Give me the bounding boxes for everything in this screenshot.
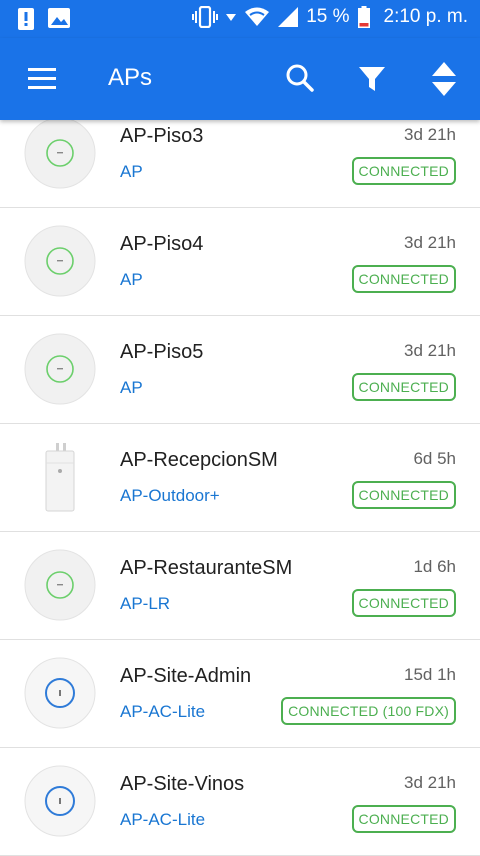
filter-button[interactable] (356, 63, 388, 95)
uap-icon (24, 117, 96, 189)
status-bar: 15 % 2:10 p. m. (0, 0, 480, 38)
status-badge: CONNECTED (351, 373, 456, 401)
ap-name: AP-RestauranteSM (120, 557, 293, 579)
list-item[interactable]: AP-RestauranteSM AP-LR 1d 6h CONNECTED (0, 532, 480, 640)
ap-name: AP-RecepcionSM (120, 449, 278, 471)
ap-name: AP-Piso3 (120, 125, 204, 147)
status-badge: CONNECTED (351, 481, 456, 509)
ap-uptime: 15d 1h (404, 665, 456, 684)
battery-percent: 15 % (306, 6, 350, 27)
ap-model-link[interactable]: AP (120, 270, 143, 290)
battery-low-icon (357, 6, 370, 28)
ap-model-link[interactable]: AP-AC-Lite (120, 810, 205, 830)
clock: 2:10 p. m. (383, 6, 469, 27)
ap-name: AP-Site-Admin (120, 665, 252, 687)
ap-model-link[interactable]: AP-AC-Lite (120, 702, 205, 722)
ap-model-link[interactable]: AP-LR (120, 594, 170, 614)
page-title: APs (108, 64, 153, 91)
sort-button[interactable] (428, 60, 460, 98)
image-notification-icon (48, 8, 70, 30)
ap-uptime: 3d 21h (404, 233, 456, 252)
status-badge: CONNECTED (351, 589, 456, 617)
status-badge: CONNECTED (351, 157, 456, 185)
search-button[interactable] (284, 62, 316, 94)
app-bar: APs (0, 38, 480, 120)
outdoor-ap-icon (45, 443, 75, 512)
status-badge: CONNECTED (100 FDX) (281, 697, 456, 725)
uap-icon (24, 225, 96, 297)
list-item[interactable]: AP-Piso4 AP 3d 21h CONNECTED (0, 208, 480, 316)
status-badge: CONNECTED (351, 265, 456, 293)
wifi-icon (244, 7, 270, 27)
uap-ac-icon (24, 657, 96, 729)
search-icon (286, 64, 314, 92)
ap-uptime: 1d 6h (413, 557, 456, 576)
ap-uptime: 3d 21h (404, 341, 456, 360)
ap-list: AP-Piso3 AP 3d 21h CONNECTED AP-Piso4 AP… (0, 100, 480, 856)
ap-uptime: 3d 21h (404, 125, 456, 144)
ap-name: AP-Piso4 (120, 233, 204, 255)
list-item[interactable]: AP-RecepcionSM AP-Outdoor+ 6d 5h CONNECT… (0, 424, 480, 532)
status-badge: CONNECTED (351, 805, 456, 833)
list-item[interactable]: AP-Piso5 AP 3d 21h CONNECTED (0, 316, 480, 424)
menu-button[interactable] (26, 66, 58, 92)
ap-name: AP-Piso5 (120, 341, 204, 363)
uap-icon (24, 549, 96, 621)
ap-model-link[interactable]: AP-Outdoor+ (120, 486, 220, 506)
list-item[interactable]: AP-Site-Vinos AP-AC-Lite 3d 21h CONNECTE… (0, 748, 480, 856)
vibrate-icon (192, 6, 219, 28)
alert-notification-icon (18, 8, 34, 30)
sort-icon (432, 62, 456, 96)
hamburger-menu-icon (28, 68, 56, 89)
ap-uptime: 3d 21h (404, 773, 456, 792)
filter-icon (359, 67, 385, 91)
data-arrow-icon (226, 12, 237, 22)
ap-model-link[interactable]: AP (120, 162, 143, 182)
uap-ac-icon (24, 765, 96, 837)
signal-icon (278, 7, 299, 27)
list-item[interactable]: AP-Site-Admin AP-AC-Lite 15d 1h CONNECTE… (0, 640, 480, 748)
uap-icon (24, 333, 96, 405)
ap-model-link[interactable]: AP (120, 378, 143, 398)
ap-name: AP-Site-Vinos (120, 773, 245, 795)
ap-uptime: 6d 5h (413, 449, 456, 468)
